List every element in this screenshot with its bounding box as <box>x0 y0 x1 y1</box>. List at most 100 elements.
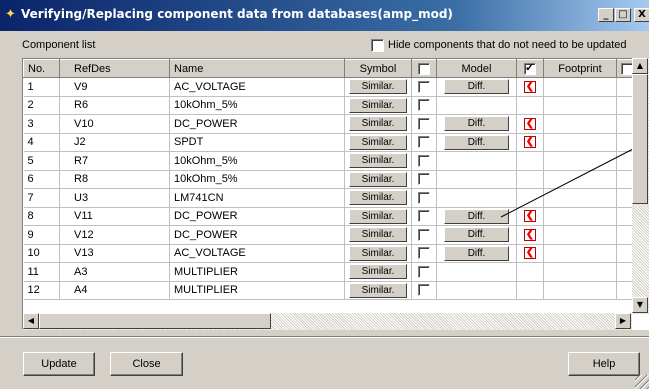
table-row[interactable]: 2 R6 10kOhm_5% Similar. <box>23 96 638 115</box>
cell-refdes: U3 <box>59 188 170 208</box>
maximize-button[interactable]: □ <box>615 8 631 22</box>
symbol-update-checkbox[interactable] <box>418 265 430 278</box>
hide-components-label: Hide components that do not need to be u… <box>388 39 627 51</box>
symbol-similar-button[interactable]: Similar. <box>349 79 407 95</box>
table-row[interactable]: 6 R8 10kOhm_5% Similar. <box>23 170 638 189</box>
update-button[interactable]: Update <box>23 352 95 376</box>
model-diff-button[interactable]: Diff. <box>444 79 509 95</box>
table-row[interactable]: 10 V13 AC_VOLTAGE Similar. Diff. ❮ <box>23 244 638 263</box>
cell-no: 10 <box>23 244 60 263</box>
cell-footprint <box>543 133 617 152</box>
cell-name: 10kOhm_5% <box>169 96 345 115</box>
hide-components-checkbox[interactable] <box>371 39 384 52</box>
table-row[interactable]: 5 R7 10kOhm_5% Similar. <box>23 151 638 171</box>
symbol-similar-button[interactable]: Similar. <box>349 227 407 243</box>
table-row[interactable]: 8 V11 DC_POWER Similar. Diff. ❮ <box>23 207 638 226</box>
model-diff-button[interactable]: Diff. <box>444 245 509 261</box>
cell-symbol: Similar. <box>344 244 412 263</box>
symbol-update-checkbox[interactable] <box>418 247 430 260</box>
cell-footprint <box>543 151 617 171</box>
resize-grip-icon[interactable] <box>635 375 649 389</box>
table-row[interactable]: 1 V9 AC_VOLTAGE Similar. Diff. ❮ <box>23 77 638 97</box>
vertical-scroll-thumb[interactable] <box>632 74 648 204</box>
cell-refdes: R7 <box>59 151 170 171</box>
symbol-similar-button[interactable]: Similar. <box>349 245 407 261</box>
scroll-up-button[interactable]: ▲ <box>632 58 648 74</box>
model-diff-button[interactable]: Diff. <box>444 116 509 132</box>
symbol-similar-button[interactable]: Similar. <box>349 134 407 150</box>
cell-model <box>436 188 517 208</box>
symbol-update-checkbox[interactable] <box>418 191 430 204</box>
model-select-all-checkbox[interactable]: ✓ <box>524 62 536 75</box>
replace-arrow-icon[interactable]: ❮ <box>524 210 536 223</box>
title-bar[interactable]: ✦ Verifying/Replacing component data fro… <box>0 0 649 31</box>
cell-symbol-select <box>411 114 437 134</box>
replace-arrow-icon[interactable]: ❮ <box>524 136 536 149</box>
cell-model-select <box>516 188 544 208</box>
symbol-similar-button[interactable]: Similar. <box>349 153 407 169</box>
cell-symbol: Similar. <box>344 151 412 171</box>
help-button[interactable]: Help <box>568 352 640 376</box>
symbol-similar-button[interactable]: Similar. <box>349 282 407 298</box>
symbol-update-checkbox[interactable] <box>418 210 430 223</box>
symbol-update-checkbox[interactable] <box>418 99 430 112</box>
symbol-similar-button[interactable]: Similar. <box>349 264 407 280</box>
table-row[interactable]: 3 V10 DC_POWER Similar. Diff. ❮ <box>23 114 638 134</box>
symbol-update-checkbox[interactable] <box>418 80 430 93</box>
col-header-model[interactable]: Model <box>436 59 517 78</box>
table-row[interactable]: 4 J2 SPDT Similar. Diff. ❮ <box>23 133 638 152</box>
col-header-refdes[interactable]: RefDes <box>59 59 170 78</box>
scroll-down-button[interactable]: ▼ <box>632 297 648 313</box>
close-button[interactable]: Close <box>110 352 183 376</box>
scroll-right-button[interactable]: ▶ <box>615 313 631 329</box>
replace-arrow-icon[interactable]: ❮ <box>524 80 536 93</box>
col-header-symbol[interactable]: Symbol <box>344 59 412 78</box>
replace-arrow-icon[interactable]: ❮ <box>524 247 536 260</box>
cell-symbol-select <box>411 244 437 263</box>
col-header-no[interactable]: No. <box>23 59 60 78</box>
model-diff-button[interactable]: Diff. <box>444 227 509 243</box>
vertical-scrollbar[interactable]: ▲ ▼ <box>632 58 649 314</box>
cell-symbol-select <box>411 96 437 115</box>
cell-symbol: Similar. <box>344 262 412 282</box>
symbol-similar-button[interactable]: Similar. <box>349 97 407 113</box>
symbol-similar-button[interactable]: Similar. <box>349 171 407 187</box>
symbol-update-checkbox[interactable] <box>418 136 430 149</box>
table-row[interactable]: 9 V12 DC_POWER Similar. Diff. ❮ <box>23 225 638 245</box>
symbol-update-checkbox[interactable] <box>418 228 430 241</box>
symbol-similar-button[interactable]: Similar. <box>349 116 407 132</box>
cell-refdes: V12 <box>59 225 170 245</box>
cell-symbol: Similar. <box>344 133 412 152</box>
table-row[interactable]: 11 A3 MULTIPLIER Similar. <box>23 262 638 282</box>
cell-model: Diff. <box>436 207 517 226</box>
cell-no: 11 <box>23 262 60 282</box>
replace-arrow-icon[interactable]: ❮ <box>524 117 536 130</box>
col-header-name[interactable]: Name <box>169 59 345 78</box>
col-header-symbol-select[interactable] <box>411 59 437 78</box>
symbol-select-all-checkbox[interactable] <box>418 62 430 75</box>
model-diff-button[interactable]: Diff. <box>444 134 509 150</box>
symbol-update-checkbox[interactable] <box>418 173 430 186</box>
symbol-update-checkbox[interactable] <box>418 154 430 167</box>
close-window-button[interactable]: X <box>634 8 649 22</box>
minimize-button[interactable]: _ <box>598 8 614 22</box>
horizontal-scroll-thumb[interactable] <box>39 313 271 329</box>
cell-model: Diff. <box>436 133 517 152</box>
symbol-similar-button[interactable]: Similar. <box>349 190 407 206</box>
model-diff-button[interactable]: Diff. <box>444 208 509 224</box>
symbol-update-checkbox[interactable] <box>418 117 430 130</box>
symbol-similar-button[interactable]: Similar. <box>349 208 407 224</box>
scroll-left-button[interactable]: ◀ <box>23 313 39 329</box>
cell-refdes: R8 <box>59 170 170 189</box>
window-title: Verifying/Replacing component data from … <box>21 7 453 21</box>
col-header-footprint[interactable]: Footprint <box>543 59 617 78</box>
symbol-update-checkbox[interactable] <box>418 284 430 297</box>
col-header-model-select[interactable]: ✓ <box>516 59 544 78</box>
replace-arrow-icon[interactable]: ❮ <box>524 228 536 241</box>
cell-name: MULTIPLIER <box>169 281 345 300</box>
cell-symbol: Similar. <box>344 114 412 134</box>
table-row[interactable]: 12 A4 MULTIPLIER Similar. <box>23 281 638 300</box>
table-row[interactable]: 7 U3 LM741CN Similar. <box>23 188 638 208</box>
cell-refdes: V11 <box>59 207 170 226</box>
horizontal-scrollbar[interactable]: ◀ ▶ <box>23 313 632 330</box>
